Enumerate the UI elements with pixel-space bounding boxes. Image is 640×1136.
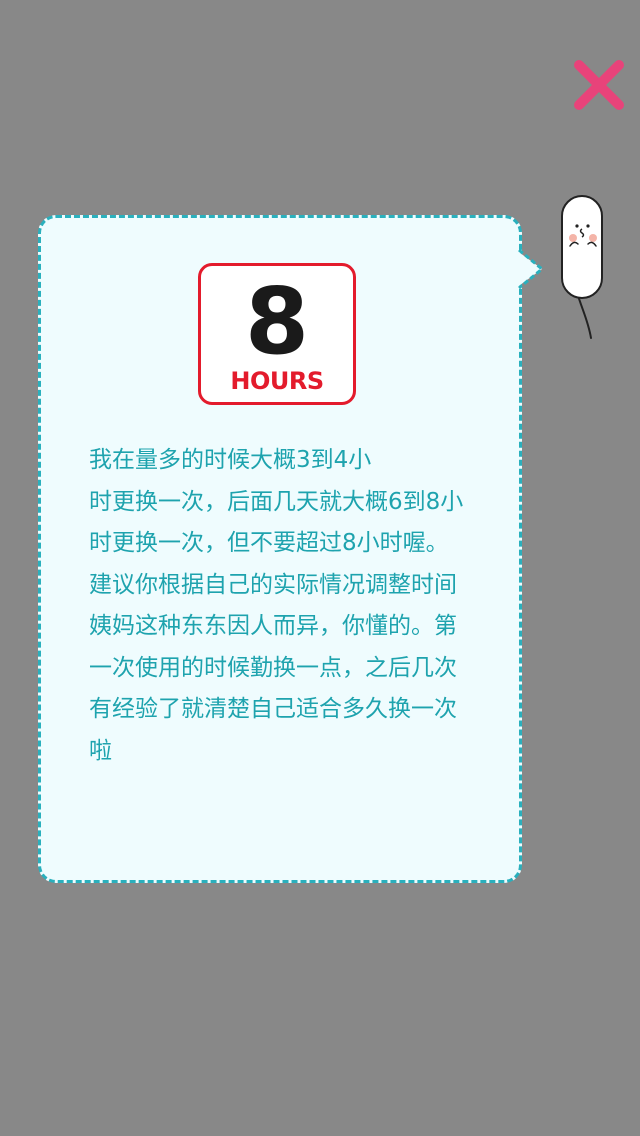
hours-badge: 8 HOURS [198, 263, 356, 405]
close-x-icon [574, 60, 624, 110]
bubble-tail [516, 248, 545, 290]
tip-dialog: 8 HOURS 我在量多的时候大概3到4小 时更换一次，后面几天就大概6到8小 … [38, 215, 522, 883]
tip-line: 建议你根据自己的实际情况调整时间 [89, 571, 457, 598]
hours-number: 8 [244, 268, 309, 375]
tip-line: 一次使用的时候勤换一点，之后几次 [89, 654, 457, 681]
tip-text: 我在量多的时候大概3到4小 时更换一次，后面几天就大概6到8小 时更换一次，但不… [89, 440, 489, 772]
tip-line: 姨妈这种东东因人而异，你懂的。第 [89, 613, 457, 639]
tip-line: 我在量多的时候大概3到4小 [89, 447, 372, 473]
close-button[interactable] [572, 58, 626, 112]
tip-line: 有经验了就清楚自己适合多久换一次 [89, 696, 457, 722]
tip-line: 啦 [89, 737, 112, 764]
tip-line: 时更换一次，后面几天就大概6到8小 [89, 488, 464, 515]
tampon-mascot-icon [561, 195, 603, 339]
tip-line: 时更换一次，但不要超过8小时喔。 [89, 530, 449, 556]
hours-label: HOURS [230, 367, 324, 395]
